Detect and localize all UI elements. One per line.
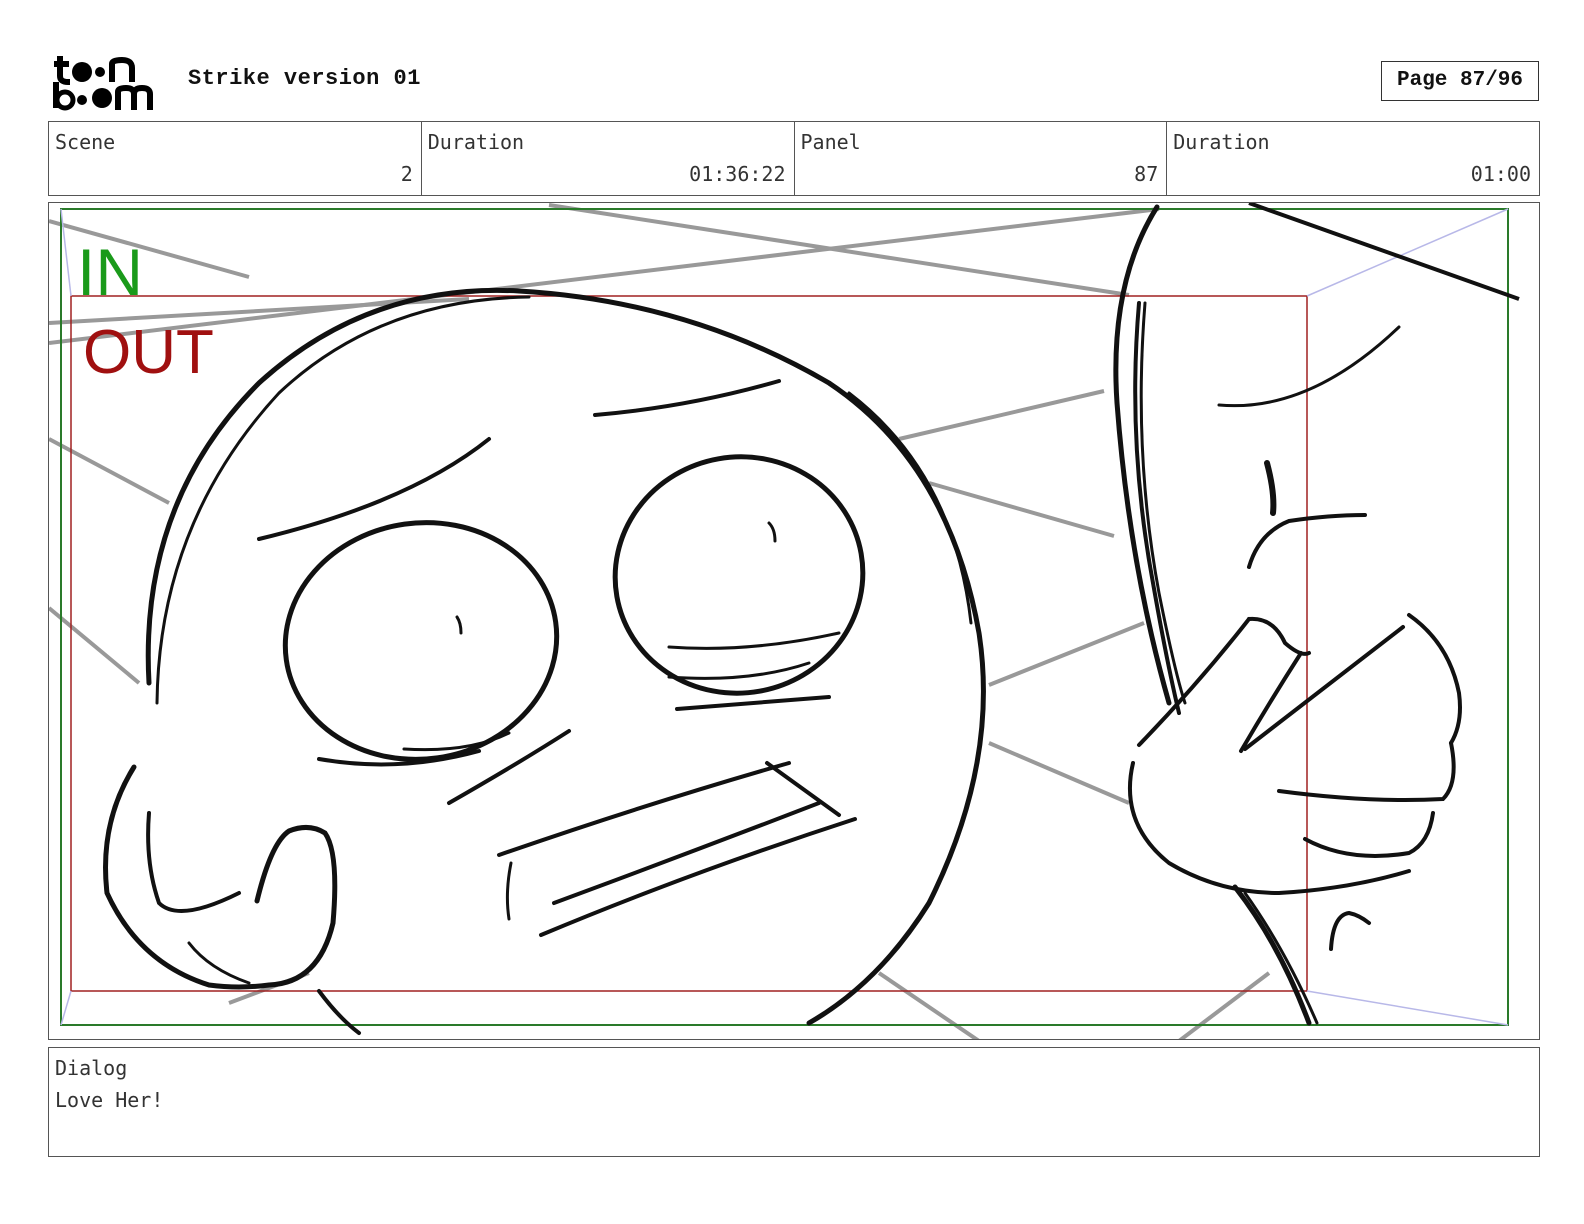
storyboard-title: Strike version 01 [188,66,421,91]
scene-label: Scene [55,130,116,154]
second-character [1113,204,1462,1026]
scene-duration-cell: Duration 01:36:22 [422,122,795,195]
panel-sketch: IN OUT [49,203,1520,1039]
dialog-text: Love Her! [55,1088,164,1112]
dialog-section: Dialog Love Her! [48,1047,1540,1157]
scene-value: 2 [400,162,413,186]
scene-duration-value: 01:36:22 [689,162,786,186]
toon-boom-logo [52,52,164,112]
character-head [103,287,986,1035]
panel-duration-value: 01:00 [1470,162,1531,186]
logo-graphic [53,56,153,111]
background-lines [49,203,1271,1039]
panel-duration-cell: Duration 01:00 [1167,122,1539,195]
page-indicator: Page 87/96 [1381,61,1539,101]
in-label: IN [77,235,143,309]
out-label: OUT [83,318,214,387]
panel-duration-label: Duration [1173,130,1270,154]
panel-cell: Panel 87 [795,122,1168,195]
panel-label: Panel [800,130,861,154]
scene-duration-label: Duration [427,130,525,154]
panel-info-row: Scene 2 Duration 01:36:22 Panel 87 Durat… [48,121,1540,196]
panel-value: 87 [1134,162,1159,186]
scene-cell: Scene 2 [49,122,422,195]
dialog-label: Dialog [55,1056,128,1080]
out-frame-guide [70,295,1308,992]
storyboard-panel: IN OUT [48,202,1540,1040]
in-frame-guide [60,208,1509,1026]
